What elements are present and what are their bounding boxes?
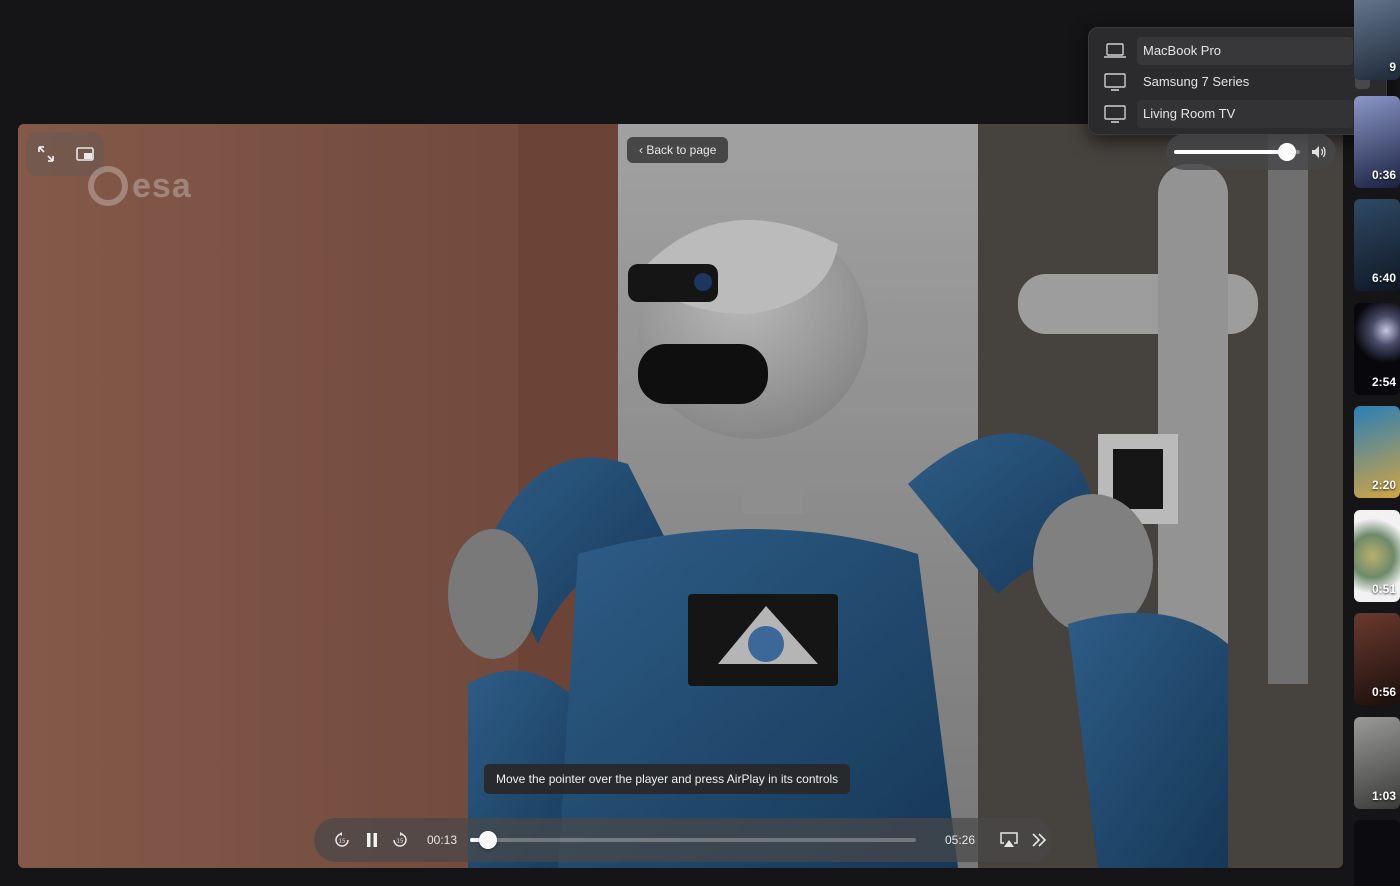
device-row-living-room-tv[interactable]: Living Room TV	[1101, 100, 1376, 128]
chevron-double-right-icon	[1032, 833, 1047, 847]
video-duration: 2:54	[1371, 375, 1396, 389]
video-duration: 1:03	[1371, 789, 1396, 803]
pause-icon	[367, 833, 377, 847]
pause-button[interactable]	[358, 818, 386, 862]
video-duration: 2:20	[1371, 478, 1396, 492]
video-duration: 0:36	[1371, 168, 1396, 182]
device-row-samsung-7-series[interactable]: Samsung 7 Series	[1101, 68, 1376, 96]
picture-in-picture-icon[interactable]	[73, 142, 97, 166]
video-frame	[18, 124, 1343, 868]
skip-back-icon: 15	[335, 832, 349, 847]
device-row-macbook-pro[interactable]: MacBook Pro	[1101, 37, 1376, 65]
bottom-strip	[0, 870, 1354, 886]
video-duration: 6:40	[1371, 271, 1396, 285]
video-thumbnail[interactable]: 6:40	[1354, 199, 1400, 291]
speaker-icon[interactable]	[1310, 143, 1328, 161]
video-thumbnail[interactable]: 2:54	[1354, 303, 1400, 395]
skip-back-button[interactable]: 15	[328, 818, 356, 862]
airplay-tooltip: Move the pointer over the player and pre…	[484, 764, 851, 794]
skip-forward-icon: 15	[393, 832, 407, 847]
video-thumbnail[interactable]: 0:56	[1354, 613, 1400, 705]
video-player[interactable]: esa ‹ Back to page Move the pointer over…	[18, 124, 1343, 868]
airplay-device-menu: MacBook Pro Samsung 7 Series Living Room…	[1088, 27, 1387, 135]
volume-slider[interactable]	[1174, 143, 1300, 161]
video-thumbnail[interactable]: 0:51	[1354, 510, 1400, 602]
video-duration: 0:56	[1371, 685, 1396, 699]
more-controls-button[interactable]	[1026, 818, 1052, 862]
video-thumbnail[interactable]: 9	[1354, 0, 1400, 80]
airplay-icon	[1000, 832, 1018, 847]
video-duration: 9	[1389, 60, 1396, 74]
video-thumbnail[interactable]: 1:03	[1354, 717, 1400, 809]
volume-knob[interactable]	[1278, 143, 1297, 161]
laptop-icon	[1103, 41, 1127, 61]
total-duration: 05:26	[944, 833, 976, 847]
device-label: Living Room TV	[1137, 100, 1353, 128]
esa-logo: esa	[88, 166, 192, 206]
related-videos-sidebar: 9 0:36 6:40 2:54 2:20 0:51 0:56 1:03	[1354, 0, 1400, 886]
fullscreen-icon[interactable]	[34, 142, 58, 166]
device-label: Samsung 7 Series	[1143, 74, 1250, 89]
volume-control	[1166, 134, 1336, 170]
volume-fill	[1174, 150, 1288, 154]
esa-logo-icon	[88, 166, 128, 206]
video-duration: 0:51	[1371, 582, 1396, 596]
airplay-button[interactable]	[996, 818, 1022, 862]
progress-scrubber[interactable]	[470, 831, 916, 849]
video-thumbnail[interactable]: 2:20	[1354, 406, 1400, 498]
svg-text:15: 15	[397, 839, 404, 845]
device-label: MacBook Pro	[1137, 37, 1353, 65]
tv-icon	[1103, 72, 1127, 92]
tv-icon	[1103, 104, 1127, 124]
screen: esa ‹ Back to page Move the pointer over…	[0, 0, 1400, 886]
svg-text:15: 15	[339, 839, 346, 845]
video-thumbnail[interactable]	[1354, 820, 1400, 886]
skip-forward-button[interactable]: 15	[386, 818, 414, 862]
playback-controls: 15 15 00:13 05:26	[314, 818, 1052, 862]
esa-logo-text: esa	[132, 166, 192, 205]
back-to-page-button[interactable]: ‹ Back to page	[627, 137, 729, 163]
progress-knob[interactable]	[478, 831, 497, 849]
video-thumbnail[interactable]: 0:36	[1354, 96, 1400, 188]
elapsed-time: 00:13	[426, 833, 458, 847]
